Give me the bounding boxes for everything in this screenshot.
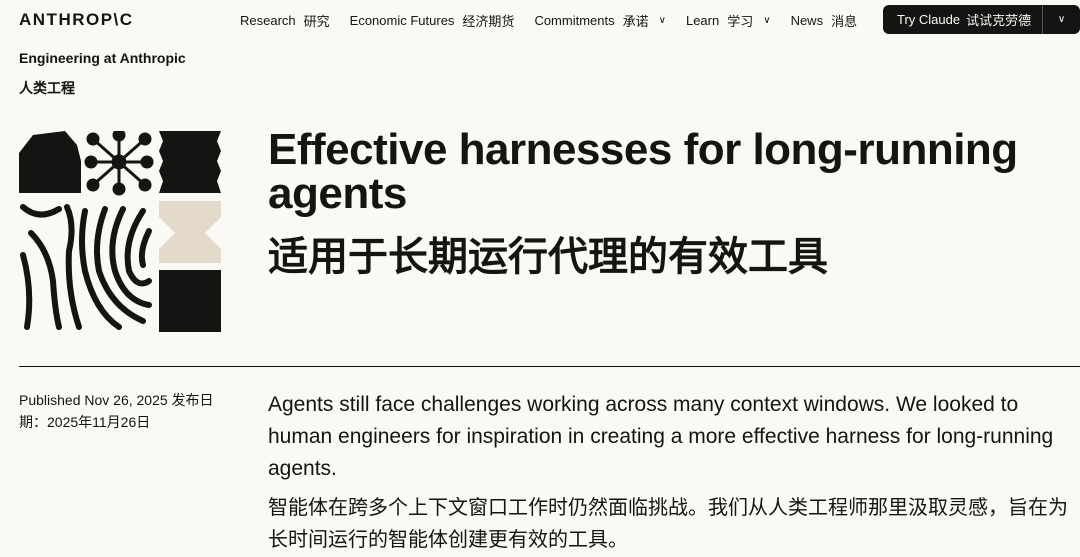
arch-shape xyxy=(19,131,81,193)
article-summary: Agents still face challenges working acr… xyxy=(268,393,1054,480)
nav-label: Research xyxy=(240,13,296,28)
try-claude-dropdown[interactable]: ∨ xyxy=(1043,5,1080,34)
chevron-down-icon: ∨ xyxy=(1057,14,1066,25)
cta-label: Try Claude xyxy=(897,12,961,27)
hourglass-shape xyxy=(159,201,221,263)
nav-label-zh: 研究 xyxy=(303,14,330,29)
nav-economic-futures[interactable]: Economic Futures 经济期货 xyxy=(350,11,515,30)
article-summary-zh: 智能体在跨多个上下文窗口工作时仍然面临挑战。我们从人类工程师那里汲取灵感，旨在为… xyxy=(268,497,1068,551)
nav-label: Commitments xyxy=(534,13,615,28)
nav-research[interactable]: Research 研究 xyxy=(240,11,330,30)
published-date: Published Nov 26, 2025 发布日期：2025年11月26日 xyxy=(19,392,214,430)
section-label-zh: 人类工程 xyxy=(19,80,75,96)
article-illustration xyxy=(19,131,221,332)
fingerprint-shape xyxy=(20,204,152,330)
article-title-zh: 适用于长期运行代理的有效工具 xyxy=(268,235,828,279)
nav-label: News xyxy=(790,13,824,28)
anthropic-logo[interactable]: ANTHROP\C xyxy=(19,10,134,30)
section-label[interactable]: Engineering at Anthropic xyxy=(19,50,186,66)
cta-label-zh: 试试克劳德 xyxy=(966,13,1032,28)
nav-label-zh: 消息 xyxy=(831,14,858,29)
try-claude-button-group: Try Claude 试试克劳德 ∨ xyxy=(883,5,1080,34)
zigzag-block xyxy=(159,131,221,193)
try-claude-button[interactable]: Try Claude 试试克劳德 xyxy=(883,5,1043,34)
article-title: Effective harnesses for long-running age… xyxy=(268,125,1018,218)
divider xyxy=(19,366,1080,367)
chevron-down-icon: ∨ xyxy=(658,15,666,26)
chevron-down-icon: ∨ xyxy=(763,15,771,26)
nav-learn[interactable]: Learn 学习 ∨ xyxy=(686,11,771,30)
nav-commitments[interactable]: Commitments 承诺 ∨ xyxy=(534,11,666,30)
nav-news[interactable]: News 消息 xyxy=(791,11,858,30)
main-nav: Research 研究 Economic Futures 经济期货 Commitme… xyxy=(240,11,857,30)
asterisk-icon xyxy=(84,131,154,196)
nav-label: Learn xyxy=(685,13,720,28)
nav-label: Economic Futures xyxy=(349,13,455,28)
square-block xyxy=(159,270,221,332)
nav-label-zh: 经济期货 xyxy=(462,14,515,29)
nav-label-zh: 承诺 xyxy=(622,14,649,29)
nav-label-zh: 学习 xyxy=(727,14,754,29)
